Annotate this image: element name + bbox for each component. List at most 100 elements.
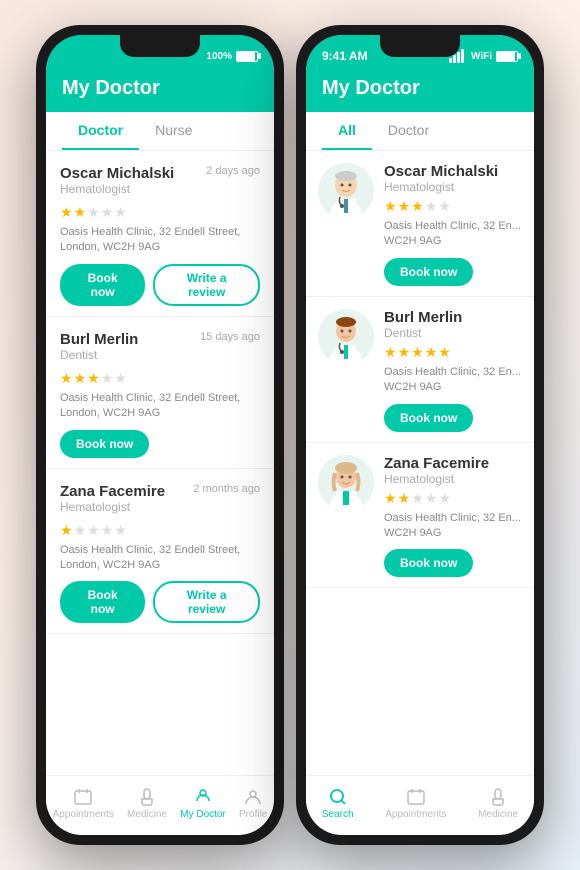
card-actions-1: Book now Write a review xyxy=(60,264,260,306)
left-cards: Oscar Michalski Hematologist 2 days ago … xyxy=(46,151,274,775)
card-actions-3: Book now Write a review xyxy=(60,581,260,623)
card-actions-2: Book now xyxy=(60,430,260,458)
star-3-1: ★ xyxy=(60,522,73,539)
stars-2: ★ ★ ★ ★ ★ xyxy=(60,370,260,387)
right-specialty-3: Hematologist xyxy=(384,472,522,486)
nav-appointments-label: Appointments xyxy=(53,809,114,820)
right-card-1-content: Oscar Michalski Hematologist ★ ★ ★ ★ ★ O… xyxy=(384,163,522,286)
right-book-btn-3[interactable]: Book now xyxy=(384,549,473,577)
doctor-avatar-female xyxy=(318,455,374,511)
right-book-btn-1[interactable]: Book now xyxy=(384,258,473,286)
tab-all[interactable]: All xyxy=(322,112,372,150)
left-bottom-nav: Appointments Medicine My Doctor xyxy=(46,775,274,835)
star-2-5: ★ xyxy=(114,370,127,387)
appointments-icon xyxy=(73,787,93,807)
star-2-4: ★ xyxy=(101,370,114,387)
right-status-icons: WiFi xyxy=(449,49,518,63)
right-address-2: Oasis Health Clinic, 32 En... WC2H 9AG xyxy=(384,365,522,396)
tab-doctor-right[interactable]: Doctor xyxy=(372,112,445,150)
address-3: Oasis Health Clinic, 32 Endell Street, L… xyxy=(60,543,260,574)
doctor-name-1: Oscar Michalski xyxy=(60,165,174,182)
battery-label: 100% xyxy=(206,51,232,62)
right-stars-1: ★ ★ ★ ★ ★ xyxy=(384,198,522,215)
book-btn-2[interactable]: Book now xyxy=(60,430,149,458)
stethoscope-icon xyxy=(193,787,213,807)
star-1-3: ★ xyxy=(87,204,100,221)
star-3-3: ★ xyxy=(87,522,100,539)
right-doctor-name-2: Burl Merlin xyxy=(384,309,522,326)
search-icon xyxy=(328,787,348,807)
right-appointments-icon xyxy=(406,787,426,807)
right-nav-medicine-label: Medicine xyxy=(478,809,518,820)
star-2-3: ★ xyxy=(87,370,100,387)
right-card-2-content: Burl Merlin Dentist ★ ★ ★ ★ ★ Oasis Heal… xyxy=(384,309,522,432)
right-battery-icon xyxy=(496,51,518,62)
star-3-5: ★ xyxy=(114,522,127,539)
right-nav-appointments-label: Appointments xyxy=(385,809,446,820)
right-specialty-1: Hematologist xyxy=(384,180,522,194)
review-btn-3[interactable]: Write a review xyxy=(153,581,260,623)
left-app-header: My Doctor xyxy=(46,69,274,112)
right-tab-bar: All Doctor xyxy=(306,112,534,151)
star-2-1: ★ xyxy=(60,370,73,387)
right-phone: 9:41 AM WiFi My Doctor xyxy=(296,25,544,845)
right-nav-medicine[interactable]: Medicine xyxy=(478,787,518,820)
avatar-2 xyxy=(318,309,374,365)
star-1-1: ★ xyxy=(60,204,73,221)
right-status-time: 9:41 AM xyxy=(322,49,368,63)
right-stars-2: ★ ★ ★ ★ ★ xyxy=(384,344,522,361)
time-ago-1: 2 days ago xyxy=(206,165,260,177)
nav-appointments[interactable]: Appointments xyxy=(53,787,114,820)
profile-icon xyxy=(243,787,263,807)
stars-1: ★ ★ ★ ★ ★ xyxy=(60,204,260,221)
right-nav-appointments[interactable]: Appointments xyxy=(385,787,446,820)
left-phone: 100% My Doctor Doctor Nurse xyxy=(36,25,284,845)
doctor-avatar-male-young xyxy=(318,309,374,365)
address-1: Oasis Health Clinic, 32 Endell Street, L… xyxy=(60,225,260,256)
book-btn-1[interactable]: Book now xyxy=(60,264,145,306)
right-card-3: Zana Facemire Hematologist ★ ★ ★ ★ ★ Oas… xyxy=(306,443,534,589)
star-1-2: ★ xyxy=(74,204,87,221)
left-card-2: Burl Merlin Dentist 15 days ago ★ ★ ★ ★ … xyxy=(46,317,274,469)
star-3-2: ★ xyxy=(74,522,87,539)
left-status-bar: 100% xyxy=(46,35,274,69)
nav-mydoctor[interactable]: My Doctor xyxy=(180,787,226,820)
right-medicine-icon xyxy=(488,787,508,807)
tab-nurse[interactable]: Nurse xyxy=(139,112,208,150)
stars-3: ★ ★ ★ ★ ★ xyxy=(60,522,260,539)
right-app-title: My Doctor xyxy=(322,77,518,100)
right-cards: Oscar Michalski Hematologist ★ ★ ★ ★ ★ O… xyxy=(306,151,534,775)
right-card-3-content: Zana Facemire Hematologist ★ ★ ★ ★ ★ Oas… xyxy=(384,455,522,578)
right-book-btn-2[interactable]: Book now xyxy=(384,404,473,432)
right-stars-3: ★ ★ ★ ★ ★ xyxy=(384,490,522,507)
address-2: Oasis Health Clinic, 32 Endell Street, L… xyxy=(60,391,260,422)
avatar-1 xyxy=(318,163,374,219)
left-card-3: Zana Facemire Hematologist 2 months ago … xyxy=(46,469,274,635)
right-screen: 9:41 AM WiFi My Doctor xyxy=(306,35,534,835)
right-nav-search-label: Search xyxy=(322,809,354,820)
left-screen: 100% My Doctor Doctor Nurse xyxy=(46,35,274,835)
left-tab-bar: Doctor Nurse xyxy=(46,112,274,151)
right-doctor-name-1: Oscar Michalski xyxy=(384,163,522,180)
book-btn-3[interactable]: Book now xyxy=(60,581,145,623)
right-address-3: Oasis Health Clinic, 32 En... WC2H 9AG xyxy=(384,511,522,542)
time-ago-2: 15 days ago xyxy=(200,331,260,343)
star-1-5: ★ xyxy=(114,204,127,221)
tab-doctor[interactable]: Doctor xyxy=(62,112,139,150)
right-app-header: My Doctor xyxy=(306,69,534,112)
nav-profile[interactable]: Profile xyxy=(239,787,267,820)
battery-icon xyxy=(236,51,258,62)
star-1-4: ★ xyxy=(101,204,114,221)
left-app-title: My Doctor xyxy=(62,77,258,100)
doctor-specialty-2: Dentist xyxy=(60,348,138,362)
right-status-bar: 9:41 AM WiFi xyxy=(306,35,534,69)
doctor-name-2: Burl Merlin xyxy=(60,331,138,348)
right-bottom-nav: Search Appointments Medicine xyxy=(306,775,534,835)
right-doctor-name-3: Zana Facemire xyxy=(384,455,522,472)
doctor-specialty-3: Hematologist xyxy=(60,500,165,514)
review-btn-1[interactable]: Write a review xyxy=(153,264,260,306)
doctor-avatar-male-old xyxy=(318,163,374,219)
right-nav-search[interactable]: Search xyxy=(322,787,354,820)
right-card-1: Oscar Michalski Hematologist ★ ★ ★ ★ ★ O… xyxy=(306,151,534,297)
nav-medicine[interactable]: Medicine xyxy=(127,787,167,820)
